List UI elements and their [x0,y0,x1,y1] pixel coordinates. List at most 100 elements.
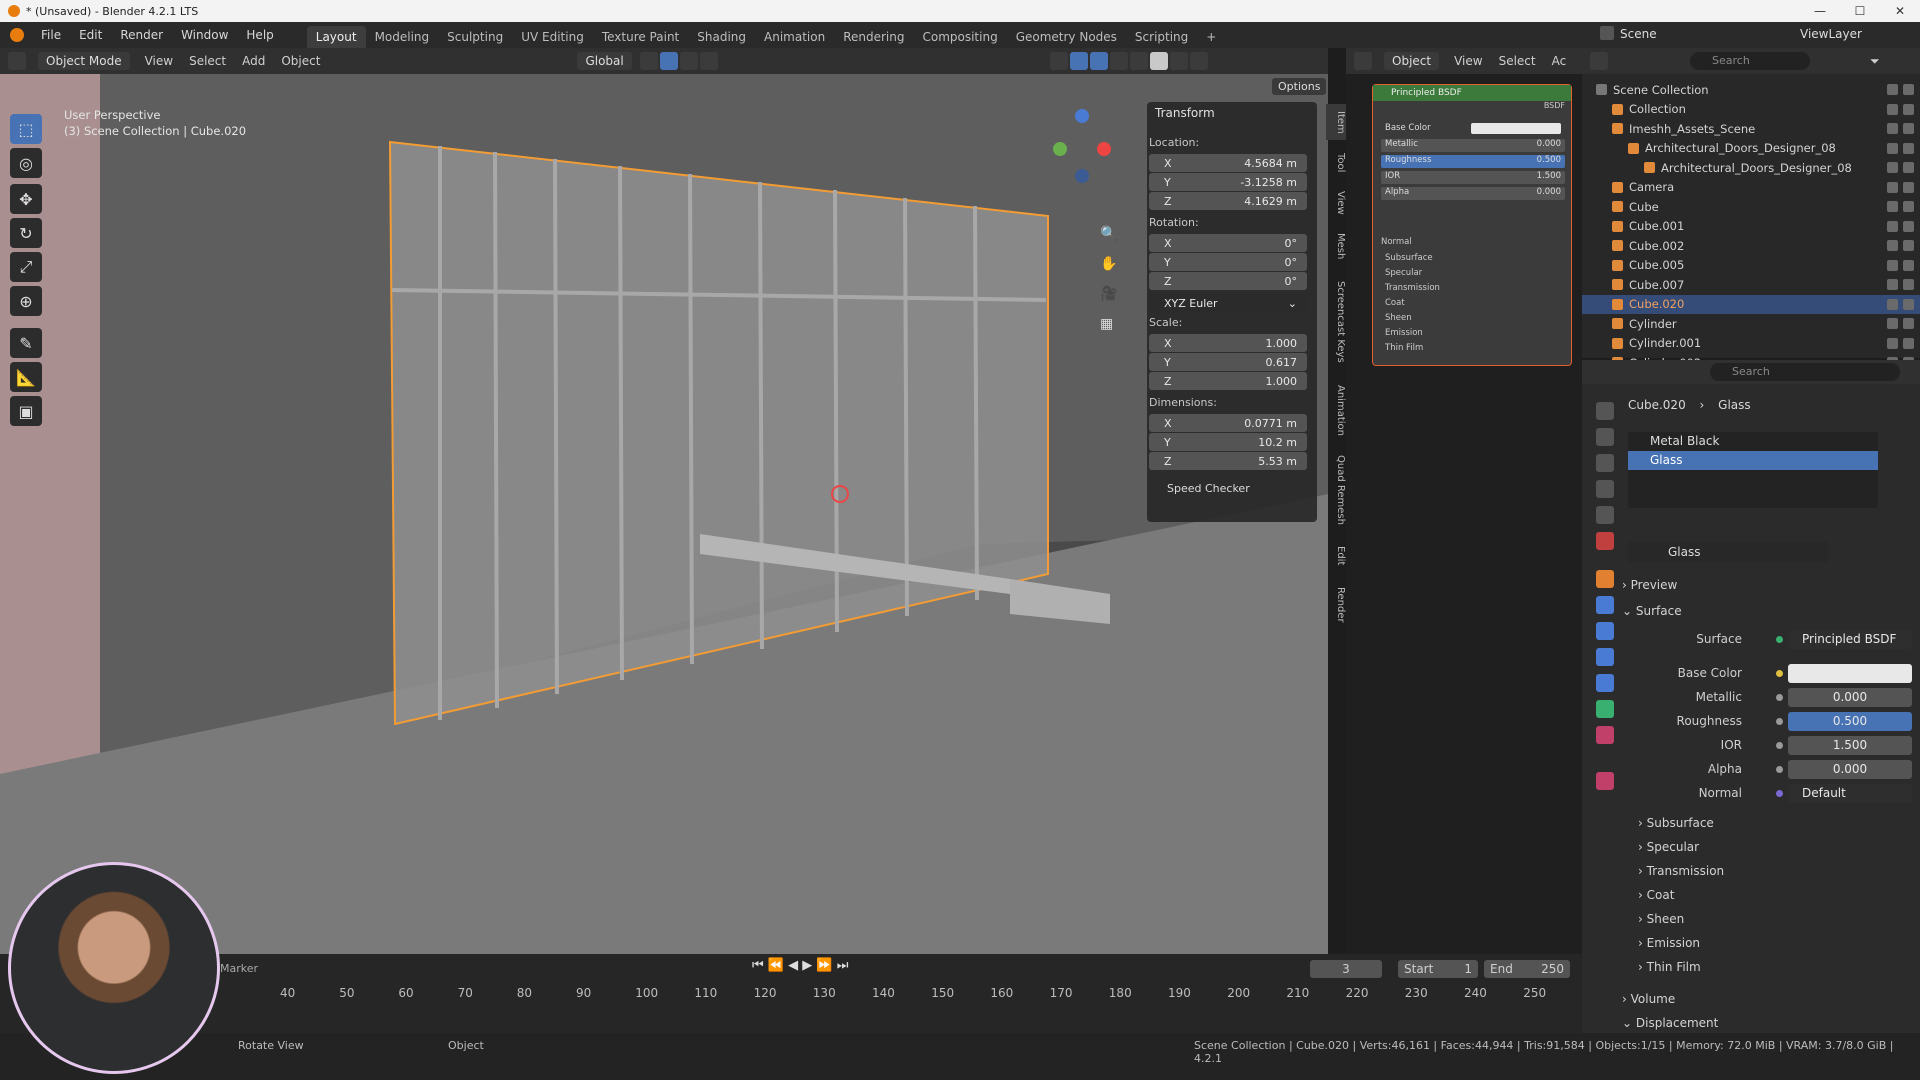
render-tab-icon[interactable] [1596,428,1614,446]
physics-tab-icon[interactable] [1596,648,1614,666]
options-dropdown[interactable]: Options [1272,78,1327,95]
material-shading-icon[interactable] [1169,52,1188,70]
material-property-row[interactable]: Alpha 0.000 [1622,760,1912,780]
dimensions-x-field[interactable]: X 0.0771 m [1149,414,1307,432]
material-tab-icon[interactable] [1596,726,1614,744]
annotate-tool-icon[interactable]: ✎ [10,328,42,358]
node-input-row[interactable]: Base Color [1381,123,1565,136]
node-view-menu[interactable]: View [1447,52,1489,70]
playback-controls[interactable]: ⏮ ⏪ ◀ ▶ ⏩ ⏭ [752,958,848,973]
rotation-mode-dropdown[interactable]: XYZ Euler ⌄ [1149,294,1307,312]
surface-shader-row[interactable]: Surface Principled BSDF [1622,630,1912,650]
pivot-icon[interactable] [639,52,658,70]
tab-edit[interactable]: Edit [1326,538,1346,574]
visibility-toggle-icons[interactable] [1887,220,1914,232]
tab-layout[interactable]: Layout [306,26,366,48]
rotation-x-field[interactable]: X 0° [1149,234,1307,252]
visibility-toggle-icons[interactable] [1887,240,1914,251]
property-value[interactable]: 1.500 [1788,736,1912,755]
node-input-row[interactable]: Metallic 0.000 [1381,139,1565,152]
xray-icon[interactable] [1109,52,1128,70]
mode-dropdown[interactable]: Object Mode [38,52,130,70]
menu-render[interactable]: Render [111,22,172,48]
material-property-row[interactable]: Normal Default [1622,784,1912,804]
editor-type-icon[interactable] [8,52,26,70]
outliner-row[interactable]: Cube.001 [1582,217,1920,236]
menu-window[interactable]: Window [172,22,237,48]
property-value[interactable]: 0.000 [1788,760,1912,779]
material-property-row[interactable]: IOR 1.500 [1622,736,1912,756]
end-frame-field[interactable]: End 250 [1484,960,1570,978]
minimize-button[interactable]: — [1800,0,1840,22]
displacement-panel[interactable]: ⌄ Displacement [1622,1016,1718,1030]
wireframe-shading-icon[interactable] [1129,52,1148,70]
ortho-grid-icon[interactable]: ▦ [1100,316,1113,332]
rotation-z-field[interactable]: Z 0° [1149,272,1307,290]
visibility-toggle-icons[interactable] [1887,201,1914,212]
pan-hand-icon[interactable]: ✋ [1100,256,1117,272]
material-subpanel[interactable]: › Transmission [1638,864,1724,878]
property-value[interactable] [1788,664,1912,683]
tab-mesh[interactable]: Mesh [1326,226,1346,266]
transform-tool-icon[interactable]: ⊕ [10,286,42,316]
add-cube-tool-icon[interactable]: ▣ [10,396,42,426]
tab-item[interactable]: Item [1326,104,1346,140]
node-subpanel[interactable]: Subsurface [1385,253,1433,263]
tab-modeling[interactable]: Modeling [366,26,439,48]
rotate-tool-icon[interactable]: ↻ [10,218,42,248]
outliner-row[interactable]: Collection [1582,100,1920,119]
scene-name[interactable]: Scene [1620,27,1657,41]
rendered-shading-icon[interactable] [1189,52,1208,70]
material-subpanel[interactable]: › Emission [1638,936,1700,950]
move-tool-icon[interactable]: ✥ [10,184,42,214]
menu-edit[interactable]: Edit [70,22,111,48]
3d-viewport[interactable]: ⬚ ◎ ✥ ↻ ⤢ ⊕ ✎ 📐 ▣ User Perspective (3) S… [0,74,1328,954]
property-value[interactable]: Default [1788,784,1912,803]
transform-title[interactable]: Transform [1155,106,1215,120]
location-z-field[interactable]: Z 4.1629 m [1149,192,1307,210]
tab-sculpting[interactable]: Sculpting [438,26,512,48]
visibility-toggle-icons[interactable] [1887,279,1914,290]
node-select-menu[interactable]: Select [1492,52,1543,70]
output-tab-icon[interactable] [1596,454,1614,472]
cursor-tool-icon[interactable]: ◎ [10,148,42,178]
node-subpanel[interactable]: Specular [1385,268,1422,278]
material-name-field[interactable]: Glass [1628,542,1828,562]
particles-tab-icon[interactable] [1596,622,1614,640]
camera-view-icon[interactable]: 🎥 [1100,286,1117,302]
node-subpanel[interactable]: Sheen [1385,313,1412,323]
material-subpanel[interactable]: › Sheen [1638,912,1684,926]
property-value[interactable]: 0.000 [1788,688,1912,707]
data-tab-icon[interactable] [1596,700,1614,718]
timeline[interactable]: Marker ⏮ ⏪ ◀ ▶ ⏩ ⏭ 3 Start 1 End 250 40 50 6… [0,954,1582,1033]
tab-shading[interactable]: Shading [688,26,755,48]
slot-metal-black[interactable]: Metal Black [1628,432,1878,451]
outliner-row[interactable]: Cylinder [1582,314,1920,333]
material-property-row[interactable]: Metallic 0.000 [1622,688,1912,708]
material-subpanel[interactable]: › Coat [1638,888,1674,902]
outliner-row[interactable]: Cube.007 [1582,275,1920,294]
close-button[interactable]: ✕ [1880,0,1920,22]
modifier-tab-icon[interactable] [1596,596,1614,614]
rotation-y-field[interactable]: Y 0° [1149,253,1307,271]
principled-bsdf-node[interactable]: Principled BSDF BSDF Base Color Metallic 0… [1372,84,1572,366]
scale-tool-icon[interactable]: ⤢ [10,252,42,282]
node-subpanel[interactable]: Thin Film [1385,343,1423,353]
dimensions-z-field[interactable]: Z 5.53 m [1149,452,1307,470]
outliner-row[interactable]: Cube.002 [1582,236,1920,255]
scene-tab-icon[interactable] [1596,506,1614,524]
properties-editor[interactable]: Search Cube.020 › Glass Metal Black Glas… [1582,360,1920,1033]
scale-y-field[interactable]: Y 0.617 [1149,353,1307,371]
outliner-row[interactable]: Cube.005 [1582,256,1920,275]
menu-add[interactable]: Add [235,52,272,70]
node-input-row[interactable]: Roughness 0.500 [1381,155,1565,168]
volume-panel[interactable]: › Volume [1622,992,1675,1006]
material-property-row[interactable]: Roughness 0.500 [1622,712,1912,732]
location-y-field[interactable]: Y -3.1258 m [1149,173,1307,191]
object-tab-icon[interactable] [1596,570,1614,588]
overlay-icon[interactable] [1089,52,1108,70]
outliner-type-icon[interactable] [1590,52,1608,70]
node-object-dropdown[interactable]: Object [1384,52,1440,70]
slot-glass[interactable]: Glass [1628,451,1878,470]
tab-view[interactable]: View [1326,186,1346,220]
